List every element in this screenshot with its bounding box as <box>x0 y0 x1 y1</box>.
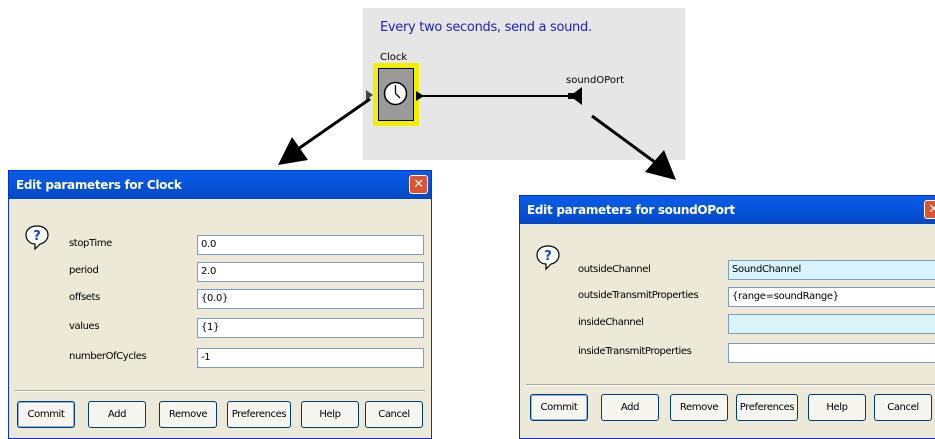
preferences-button[interactable]: Preferences <box>227 401 291 428</box>
param-field-offsets[interactable]: {0.0} <box>197 289 424 309</box>
button-separator <box>526 384 935 386</box>
param-field-outsidechannel[interactable]: SoundChannel <box>728 260 935 280</box>
param-label-numberofcycles: numberOfCycles <box>69 351 147 362</box>
clock-output-port <box>416 91 424 101</box>
dialog-title: Edit parameters for Clock <box>16 178 182 192</box>
sound-port-icon[interactable] <box>568 87 582 105</box>
param-label-stoptime: stopTime <box>69 238 112 249</box>
param-field-period[interactable]: 2.0 <box>197 262 424 282</box>
param-label-values: values <box>69 321 100 332</box>
clock-actor-body <box>378 68 414 121</box>
question-icon: ? <box>25 225 49 251</box>
param-label-insidechannel: insideChannel <box>578 317 644 328</box>
dialog-titlebar[interactable]: Edit parameters for Clock ✕ <box>9 171 431 199</box>
clock-actor-label: Clock <box>380 52 408 63</box>
param-label-period: period <box>69 265 99 276</box>
param-field-insidetransmitproperties[interactable] <box>728 343 935 363</box>
close-icon[interactable]: ✕ <box>924 200 935 219</box>
dialog-title: Edit parameters for soundOPort <box>527 203 735 217</box>
button-separator <box>15 390 425 392</box>
param-label-outsidetransmitproperties: outsideTransmitProperties <box>578 290 699 301</box>
param-label-outsidechannel: outsideChannel <box>578 264 651 275</box>
clock-icon <box>383 81 408 106</box>
cancel-button[interactable]: Cancel <box>874 394 932 421</box>
soundoport-parameters-dialog: Edit parameters for soundOPort ✕ ? outsi… <box>519 195 935 439</box>
question-icon: ? <box>536 245 560 271</box>
param-field-insidechannel[interactable] <box>728 314 935 334</box>
model-diagram: Every two seconds, send a sound. Clock s… <box>363 8 685 160</box>
preferences-button[interactable]: Preferences <box>736 394 798 421</box>
diagram-caption: Every two seconds, send a sound. <box>380 20 592 35</box>
commit-button[interactable]: Commit <box>17 401 75 428</box>
param-field-stoptime[interactable]: 0.0 <box>197 235 424 255</box>
add-button[interactable]: Add <box>601 394 659 421</box>
dialog-titlebar[interactable]: Edit parameters for soundOPort ✕ <box>520 196 935 224</box>
help-button[interactable]: Help <box>301 401 359 428</box>
param-field-values[interactable]: {1} <box>197 318 424 338</box>
param-label-offsets: offsets <box>69 292 100 303</box>
connection-line <box>417 95 571 97</box>
close-icon[interactable]: ✕ <box>409 175 428 194</box>
clock-parameters-dialog: Edit parameters for Clock ✕ ? stopTime 0… <box>8 170 432 439</box>
remove-button[interactable]: Remove <box>159 401 217 428</box>
sound-port-label: soundOPort <box>566 75 625 86</box>
svg-text:?: ? <box>544 249 552 264</box>
svg-text:?: ? <box>33 229 41 244</box>
clock-actor[interactable] <box>373 63 419 126</box>
add-button[interactable]: Add <box>88 401 146 428</box>
param-field-numberofcycles[interactable]: -1 <box>197 348 424 368</box>
param-field-outsidetransmitproperties[interactable]: {range=soundRange} <box>728 287 935 307</box>
param-label-insidetransmitproperties: insideTransmitProperties <box>578 346 692 357</box>
commit-button[interactable]: Commit <box>530 394 588 421</box>
help-button[interactable]: Help <box>808 394 866 421</box>
clock-input-port <box>366 90 373 100</box>
remove-button[interactable]: Remove <box>670 394 728 421</box>
cancel-button[interactable]: Cancel <box>365 401 423 428</box>
